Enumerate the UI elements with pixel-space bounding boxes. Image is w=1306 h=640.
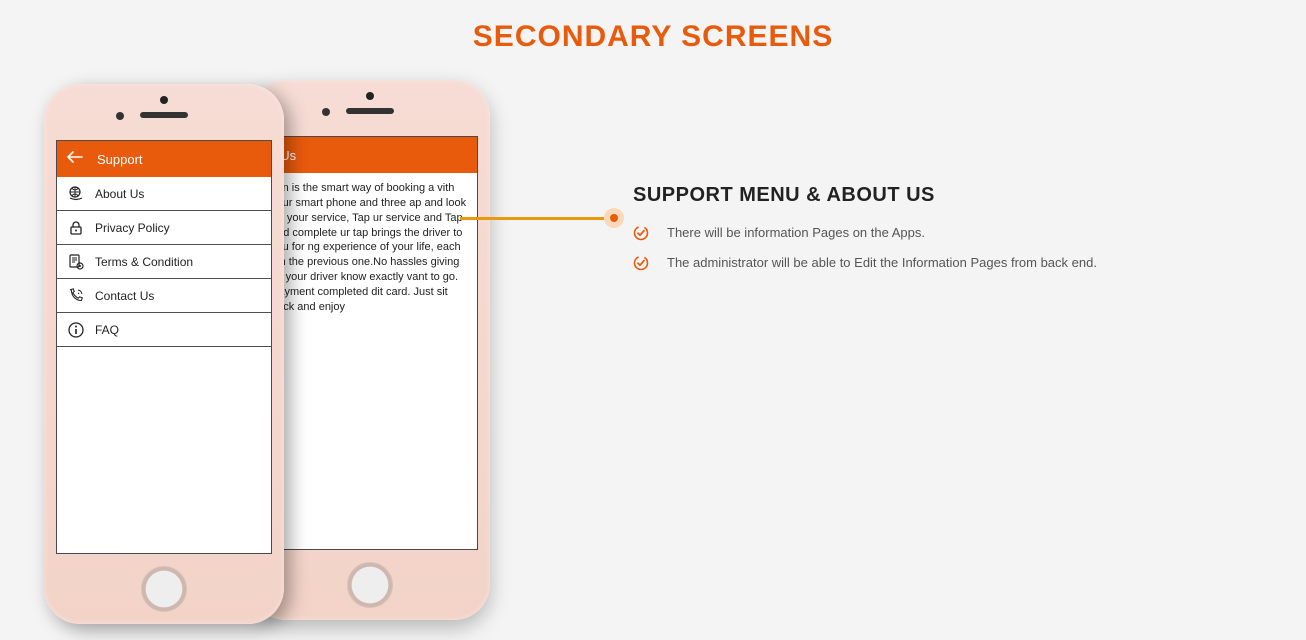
support-header-title: Support: [97, 152, 143, 167]
connector-dot-inner: [610, 214, 618, 222]
page-title: SECONDARY SCREENS: [0, 0, 1306, 54]
info-icon: [67, 321, 85, 339]
phone-speaker: [346, 108, 394, 114]
about-body-text: tion is the smart way of booking a vith …: [263, 173, 477, 550]
menu-item-label: FAQ: [95, 323, 119, 337]
phone-about-us: t Us tion is the smart way of booking a …: [250, 80, 490, 620]
menu-item-contact-us[interactable]: Contact Us: [57, 279, 271, 313]
phone-icon: [67, 287, 85, 305]
menu-item-about-us[interactable]: About Us: [57, 177, 271, 211]
support-menu-list: About Us Privacy Policy Terms & Conditio…: [57, 177, 271, 347]
globe-hand-icon: [67, 185, 85, 203]
doc-gear-icon: [67, 253, 85, 271]
menu-item-label: Contact Us: [95, 289, 154, 303]
menu-item-terms-condition[interactable]: Terms & Condition: [57, 245, 271, 279]
app-header-about: t Us: [263, 137, 477, 173]
phone-speaker: [140, 112, 188, 118]
phone-screen-support: Support About Us Privacy Policy: [56, 140, 272, 554]
phone-camera: [366, 92, 374, 100]
connector: [460, 208, 624, 228]
phone-sensor: [322, 108, 330, 116]
back-arrow-icon[interactable]: [67, 151, 83, 167]
connector-line: [460, 217, 604, 220]
menu-item-faq[interactable]: FAQ: [57, 313, 271, 347]
phone-sensor: [116, 112, 124, 120]
app-header-support: Support: [57, 141, 271, 177]
menu-item-privacy-policy[interactable]: Privacy Policy: [57, 211, 271, 245]
phone-support-menu: Support About Us Privacy Policy: [44, 84, 284, 624]
lock-icon: [67, 219, 85, 237]
check-icon: [633, 225, 649, 241]
feature-bullet: There will be information Pages on the A…: [633, 225, 1233, 241]
menu-item-label: Terms & Condition: [95, 255, 193, 269]
feature-heading: SUPPORT MENU & ABOUT US: [633, 184, 1233, 207]
phone-mockups: t Us tion is the smart way of booking a …: [40, 80, 500, 640]
check-icon: [633, 255, 649, 271]
phone-camera: [160, 96, 168, 104]
menu-item-label: Privacy Policy: [95, 221, 170, 235]
home-button[interactable]: [141, 566, 187, 612]
home-button[interactable]: [347, 562, 393, 608]
feature-bullet: The administrator will be able to Edit t…: [633, 255, 1233, 271]
phone-screen-about: t Us tion is the smart way of booking a …: [262, 136, 478, 550]
connector-dot: [604, 208, 624, 228]
feature-bullet-text: The administrator will be able to Edit t…: [667, 255, 1097, 270]
feature-description: SUPPORT MENU & ABOUT US There will be in…: [633, 184, 1233, 285]
menu-item-label: About Us: [95, 187, 144, 201]
feature-bullet-text: There will be information Pages on the A…: [667, 225, 925, 240]
